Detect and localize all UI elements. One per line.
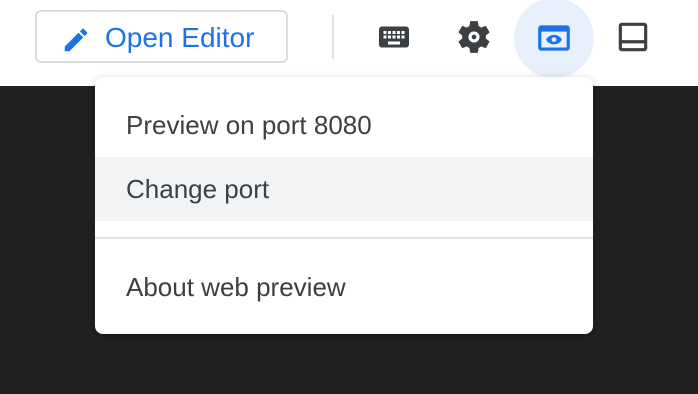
web-preview-button[interactable]	[514, 0, 594, 78]
toolbar-divider	[332, 15, 334, 59]
menu-item-preview-port[interactable]: Preview on port 8080	[95, 93, 593, 157]
top-toolbar: Open Editor	[0, 0, 698, 86]
gear-icon	[455, 18, 493, 56]
menu-item-change-port[interactable]: Change port	[95, 157, 593, 221]
open-editor-button[interactable]: Open Editor	[35, 10, 288, 63]
keyboard-button[interactable]	[365, 8, 423, 66]
keyboard-icon	[376, 19, 412, 55]
menu-item-label: About web preview	[126, 271, 346, 302]
menu-item-label: Change port	[126, 173, 270, 204]
panel-toggle-button[interactable]	[604, 8, 662, 66]
web-preview-menu: Preview on port 8080 Change port About w…	[95, 77, 593, 334]
menu-item-label: Preview on port 8080	[126, 109, 372, 140]
open-editor-label: Open Editor	[105, 22, 255, 53]
web-preview-icon	[535, 19, 573, 57]
menu-item-about-web-preview[interactable]: About web preview	[95, 255, 593, 319]
pencil-icon	[61, 25, 91, 55]
settings-button[interactable]	[445, 8, 503, 66]
menu-divider	[95, 237, 593, 239]
panel-bottom-icon	[614, 18, 652, 56]
